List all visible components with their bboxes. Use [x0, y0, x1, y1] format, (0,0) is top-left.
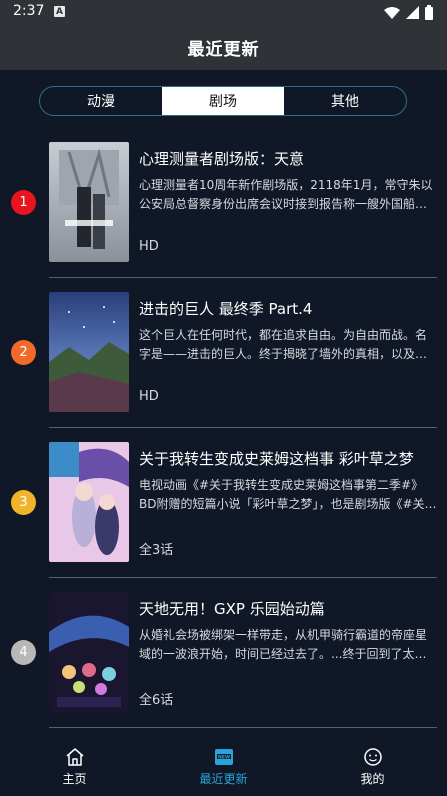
episode-badge: 全3话: [139, 543, 174, 558]
page-title: 最近更新: [187, 39, 260, 60]
status-time: 2:37: [13, 3, 45, 19]
notification-icon: A: [54, 6, 65, 17]
quality-badge: HD: [139, 239, 159, 254]
item-title: 心理测量者剧场版：天意: [139, 150, 305, 168]
wifi-icon: [384, 6, 400, 19]
signal-icon: [406, 5, 419, 19]
tab-theater[interactable]: 剧场: [162, 87, 284, 115]
nav-recent[interactable]: NEW 最近更新: [149, 738, 298, 796]
rank-badge: 2: [11, 340, 36, 365]
poster-image[interactable]: [49, 442, 129, 562]
rank-badge: 4: [11, 640, 36, 665]
poster-image[interactable]: [49, 142, 129, 262]
rank-badge: 3: [11, 490, 36, 515]
item-description: 从婚礼会场被绑架一样带走，从机甲骑行霸道的帝座星域的一波浪开始，时间已经过去了。…: [139, 628, 428, 661]
nav-profile[interactable]: 我的: [298, 738, 447, 796]
item-description: 心理测量者10周年新作剧场版，2118年1月，常守朱以公安局总督察身份出席会议时…: [139, 178, 433, 211]
list-item[interactable]: 1 心理测量者剧场版：天意 心理测量者10周年新作剧场版，2118年1月，常守朱…: [0, 128, 447, 278]
status-bar: 2:37 A: [0, 0, 447, 24]
update-list: 1 心理测量者剧场版：天意 心理测量者10周年新作剧场版，2118年1月，常守朱…: [0, 128, 447, 728]
tab-anime[interactable]: 动漫: [40, 87, 162, 115]
list-item[interactable]: 2 进击的巨人 最终季 Part.4 这个巨人在任何时代，都在追求自由。为自由而…: [0, 278, 447, 428]
rank-badge: 1: [11, 190, 36, 215]
new-icon: NEW: [214, 749, 233, 765]
nav-home[interactable]: 主页: [0, 738, 149, 796]
list-item[interactable]: 4 天地无用！GXP 乐园始动篇 从婚礼会场被绑架一样带走，从机甲骑行霸道的帝座…: [0, 578, 447, 728]
item-description: 这个巨人在任何时代，都在追求自由。为自由而战。名字是——进击的巨人。终于揭晓了墙…: [139, 328, 428, 361]
item-description: 电视动画《#关于我转生变成史莱姆这档事第二季#》BD附赠的短篇小说「彩叶草之梦」…: [139, 478, 425, 511]
category-tabs: 动漫 剧场 其他: [39, 86, 407, 116]
nav-label: 最近更新: [199, 772, 248, 786]
profile-icon: [363, 748, 382, 766]
nav-label: 主页: [62, 772, 87, 786]
system-icons: [384, 5, 433, 20]
app-bar: 最近更新: [0, 24, 447, 70]
tab-other[interactable]: 其他: [284, 87, 406, 115]
episode-badge: 全6话: [139, 693, 174, 708]
nav-label: 我的: [360, 772, 385, 786]
item-title: 关于我转生变成史莱姆这档事 彩叶草之梦: [139, 450, 414, 468]
list-item[interactable]: 3 关于我转生变成史莱姆这档事 彩叶草之梦 电视动画《#关于我转生变成史莱姆这档…: [0, 428, 447, 578]
battery-icon: [425, 5, 433, 20]
quality-badge: HD: [139, 389, 159, 404]
item-title: 天地无用！GXP 乐园始动篇: [139, 600, 325, 618]
divider: [49, 727, 437, 728]
item-title: 进击的巨人 最终季 Part.4: [139, 300, 313, 318]
poster-image[interactable]: [49, 292, 129, 412]
svg-text:NEW: NEW: [217, 754, 229, 760]
poster-image[interactable]: [49, 592, 129, 712]
home-icon: [66, 748, 83, 766]
bottom-nav: 主页 NEW 最近更新 我的: [0, 738, 447, 796]
